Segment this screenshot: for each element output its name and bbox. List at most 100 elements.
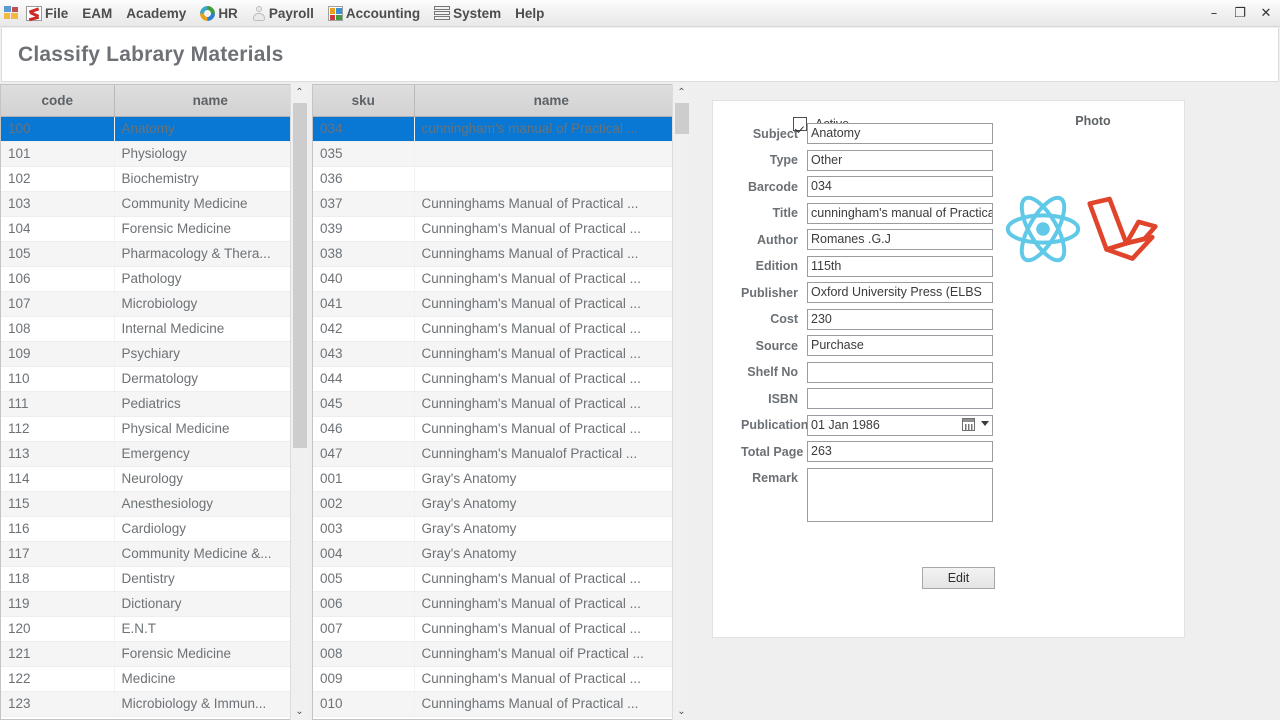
restore-icon[interactable]: ❐ [1232, 6, 1248, 22]
material-cell-sku[interactable]: 037 [313, 191, 415, 217]
subject-cell-code[interactable]: 107 [1, 291, 115, 317]
menu-item-payroll[interactable]: Payroll [245, 2, 321, 25]
publication-date-picker[interactable]: 01 Jan 1986 [807, 414, 993, 436]
minimize-icon[interactable]: – [1206, 6, 1222, 22]
table-row[interactable]: 102 Biochemistry [1, 166, 307, 192]
subject-cell-code[interactable]: 109 [1, 341, 115, 367]
table-row[interactable]: 037 Cunninghams Manual of Practical ... [313, 191, 689, 217]
menu-item-file[interactable]: File [19, 2, 75, 25]
scroll-down-icon[interactable]: ⌄ [291, 703, 308, 720]
table-row[interactable]: 104 Forensic Medicine [1, 216, 307, 242]
table-row[interactable]: 117 Community Medicine &... [1, 541, 307, 567]
cost-input[interactable]: 230 [807, 308, 993, 330]
subject-cell-name[interactable]: Pathology [114, 266, 307, 292]
scrollbar-thumb[interactable] [675, 103, 689, 134]
subject-cell-code[interactable]: 110 [1, 366, 115, 392]
subject-cell-name[interactable]: Cardiology [114, 516, 307, 542]
material-cell-name[interactable]: Cunningham's Manual of Practical ... [414, 291, 689, 317]
column-header-name[interactable]: name [114, 85, 307, 117]
table-row[interactable]: 043 Cunningham's Manual of Practical ... [313, 341, 689, 367]
scrollbar-thumb[interactable] [293, 103, 307, 448]
material-cell-name[interactable]: Cunningham's Manual of Practical ... [414, 566, 689, 592]
title-input[interactable]: cunningham's manual of Practical Ana [807, 202, 993, 224]
material-grid-scrollbar[interactable]: ⌃ ⌄ [672, 84, 690, 720]
table-row[interactable]: 109 Psychiary [1, 341, 307, 367]
subject-cell-name[interactable]: Physical Medicine [114, 416, 307, 442]
subject-cell-name[interactable]: Community Medicine [114, 191, 307, 217]
material-cell-sku[interactable]: 034 [313, 116, 415, 142]
menu-item-eam[interactable]: EAM [75, 2, 119, 25]
menu-item-help[interactable]: Help [508, 2, 551, 25]
subject-cell-code[interactable]: 103 [1, 191, 115, 217]
table-row[interactable]: 044 Cunningham's Manual of Practical ... [313, 366, 689, 392]
material-cell-sku[interactable]: 047 [313, 441, 415, 467]
subject-cell-code[interactable]: 113 [1, 441, 115, 467]
material-cell-name[interactable]: Cunninghams Manual of Practical ... [414, 691, 689, 717]
calendar-icon[interactable] [962, 417, 975, 431]
remark-input[interactable] [807, 467, 993, 522]
material-cell-name[interactable]: Cunningham's Manual of Practical ... [414, 266, 689, 292]
column-header-code[interactable]: code [1, 85, 115, 117]
material-cell-sku[interactable]: 008 [313, 641, 415, 667]
material-cell-name[interactable]: Cunninghams Manual of Practical ... [414, 241, 689, 267]
shelf-no-input[interactable] [807, 361, 993, 383]
table-row[interactable]: 119 Dictionary [1, 591, 307, 617]
subject-cell-name[interactable]: Biochemistry [114, 166, 307, 192]
material-cell-sku[interactable]: 003 [313, 516, 415, 542]
subject-cell-name[interactable]: Microbiology & Immun... [114, 691, 307, 717]
table-row[interactable]: 042 Cunningham's Manual of Practical ... [313, 316, 689, 342]
subject-cell-name[interactable]: Medicine [114, 666, 307, 692]
table-row[interactable]: 107 Microbiology [1, 291, 307, 317]
menu-item-accounting[interactable]: Accounting [321, 2, 427, 25]
material-cell-sku[interactable]: 038 [313, 241, 415, 267]
table-row[interactable]: 004 Gray's Anatomy [313, 541, 689, 567]
subject-cell-name[interactable]: Community Medicine &... [114, 541, 307, 567]
table-row[interactable]: 040 Cunningham's Manual of Practical ... [313, 266, 689, 292]
subject-cell-code[interactable]: 118 [1, 566, 115, 592]
table-row[interactable]: 116 Cardiology [1, 516, 307, 542]
material-cell-sku[interactable]: 009 [313, 666, 415, 692]
table-row[interactable]: 001 Gray's Anatomy [313, 466, 689, 492]
subject-cell-code[interactable]: 106 [1, 266, 115, 292]
table-row[interactable]: 114 Neurology [1, 466, 307, 492]
material-cell-sku[interactable]: 041 [313, 291, 415, 317]
material-cell-sku[interactable]: 039 [313, 216, 415, 242]
material-cell-sku[interactable]: 004 [313, 541, 415, 567]
material-cell-name[interactable]: Gray's Anatomy [414, 541, 689, 567]
subject-cell-code[interactable]: 112 [1, 416, 115, 442]
subject-cell-code[interactable]: 105 [1, 241, 115, 267]
subject-cell-code[interactable]: 111 [1, 391, 115, 417]
scroll-up-icon[interactable]: ⌃ [291, 84, 308, 101]
material-cell-name[interactable]: Cunningham's Manualof Practical ... [414, 441, 689, 467]
subject-cell-name[interactable]: Physiology [114, 141, 307, 167]
table-row[interactable]: 111 Pediatrics [1, 391, 307, 417]
table-row[interactable]: 006 Cunningham's Manual of Practical ... [313, 591, 689, 617]
table-row[interactable]: 122 Medicine [1, 666, 307, 692]
material-cell-sku[interactable]: 045 [313, 391, 415, 417]
table-row[interactable]: 007 Cunningham's Manual of Practical ... [313, 616, 689, 642]
material-cell-name[interactable]: cunningham's manual of Practical ... [414, 116, 689, 142]
material-cell-name[interactable]: Gray's Anatomy [414, 466, 689, 492]
material-cell-name[interactable]: Cunninghams Manual of Practical ... [414, 191, 689, 217]
type-input[interactable]: Other [807, 149, 993, 171]
table-row[interactable]: 039 Cunningham's Manual of Practical ... [313, 216, 689, 242]
material-cell-sku[interactable]: 005 [313, 566, 415, 592]
subject-cell-name[interactable]: Internal Medicine [114, 316, 307, 342]
column-header-sku[interactable]: sku [313, 85, 415, 117]
subject-cell-code[interactable]: 123 [1, 691, 115, 717]
material-cell-sku[interactable]: 007 [313, 616, 415, 642]
subject-cell-name[interactable]: E.N.T [114, 616, 307, 642]
table-row[interactable]: 005 Cunningham's Manual of Practical ... [313, 566, 689, 592]
material-cell-sku[interactable]: 044 [313, 366, 415, 392]
table-row[interactable]: 108 Internal Medicine [1, 316, 307, 342]
table-row[interactable]: 103 Community Medicine [1, 191, 307, 217]
material-cell-name[interactable]: Cunningham's Manual of Practical ... [414, 216, 689, 242]
material-cell-sku[interactable]: 010 [313, 691, 415, 717]
table-row[interactable]: 010 Cunninghams Manual of Practical ... [313, 691, 689, 717]
material-cell-sku[interactable]: 001 [313, 466, 415, 492]
table-row[interactable]: 105 Pharmacology & Thera... [1, 241, 307, 267]
material-cell-sku[interactable]: 040 [313, 266, 415, 292]
subject-cell-code[interactable]: 121 [1, 641, 115, 667]
source-input[interactable]: Purchase [807, 335, 993, 356]
table-row[interactable]: 041 Cunningham's Manual of Practical ... [313, 291, 689, 317]
